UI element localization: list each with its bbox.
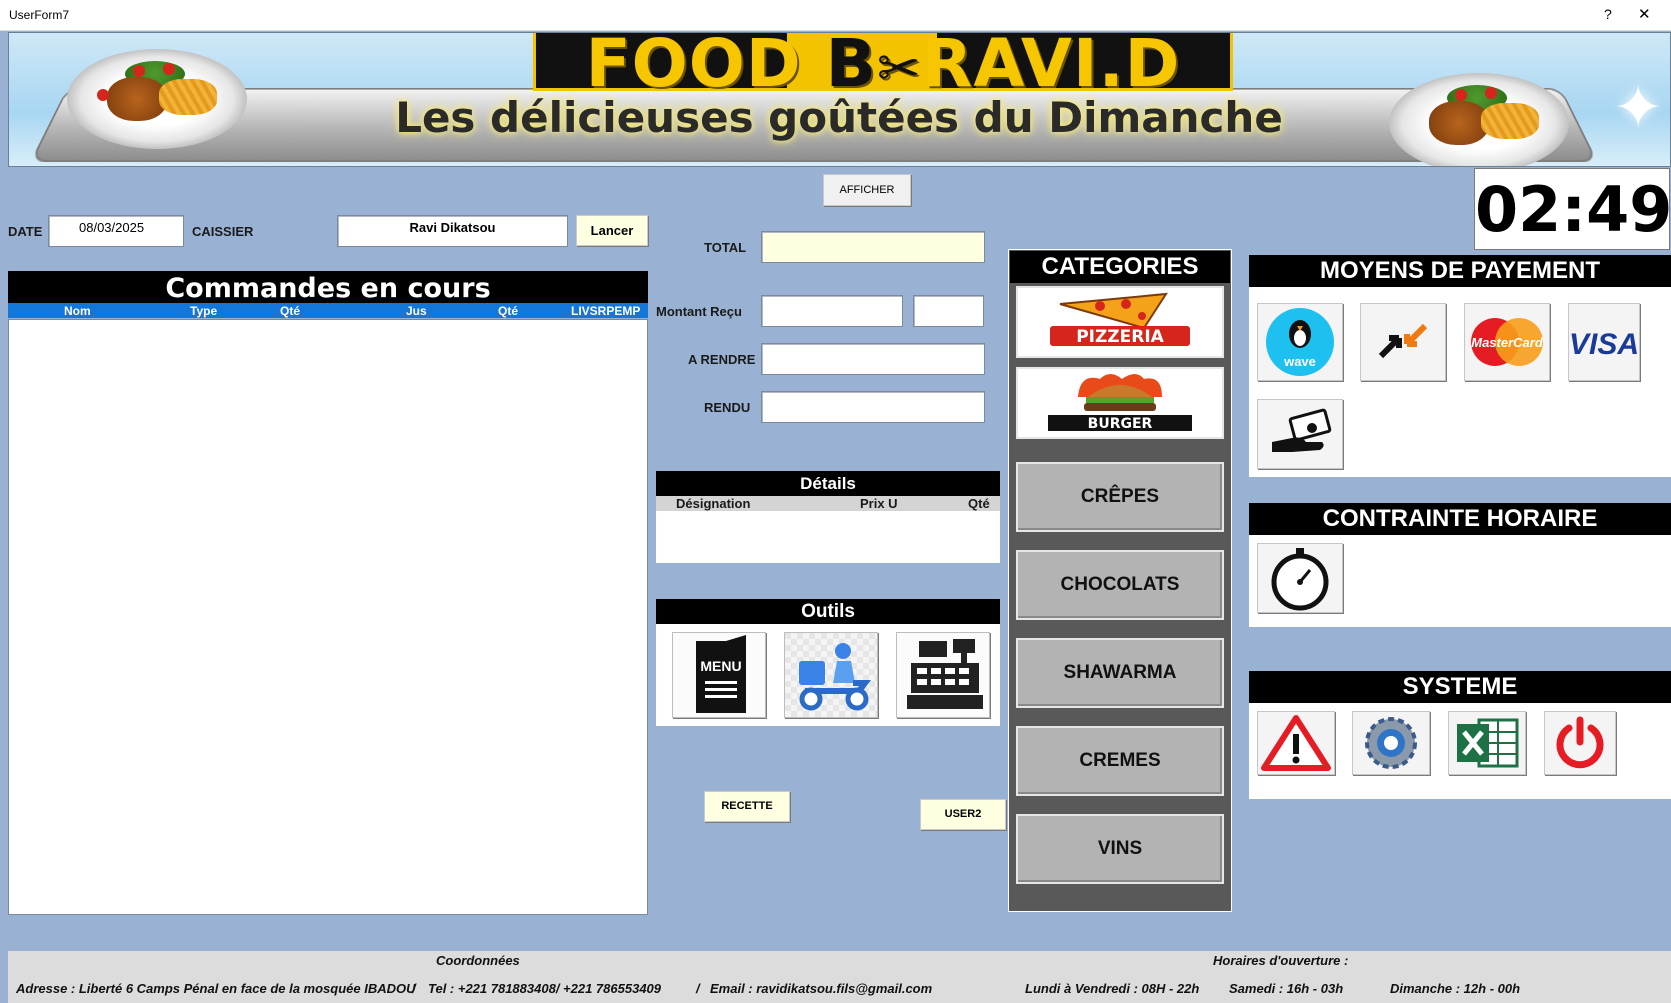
help-button[interactable]: ? bbox=[1604, 6, 1612, 22]
orange-money-icon[interactable] bbox=[1360, 303, 1446, 381]
cash-register-icon[interactable] bbox=[896, 632, 990, 718]
wave-icon[interactable]: wave bbox=[1257, 303, 1343, 381]
commandes-list[interactable] bbox=[8, 319, 648, 915]
delivery-scooter-icon[interactable] bbox=[784, 632, 878, 718]
settings-gear-icon[interactable] bbox=[1352, 711, 1430, 775]
date-field[interactable]: 08/03/2025 bbox=[48, 215, 184, 247]
details-list[interactable] bbox=[656, 511, 1000, 563]
sparkle-icon: ✦ bbox=[1613, 74, 1664, 141]
user-form: FOOD B✂RAVI.D Les délicieuses goûtées du… bbox=[0, 31, 1671, 1003]
close-button[interactable]: ✕ bbox=[1638, 5, 1651, 23]
col-type: Type bbox=[190, 304, 218, 318]
burger-button[interactable]: BURGER bbox=[1016, 367, 1224, 439]
window-title: UserForm7 bbox=[9, 8, 70, 22]
user2-button[interactable]: USER2 bbox=[920, 799, 1006, 830]
horaires-semaine: Lundi à Vendredi : 08H - 22h bbox=[1025, 981, 1200, 996]
a-rendre-field[interactable] bbox=[761, 343, 985, 375]
categories-title: CATEGORIES bbox=[1010, 251, 1230, 283]
horaires-samedi: Samedi : 16h - 03h bbox=[1229, 981, 1344, 996]
wave-text: wave bbox=[1283, 354, 1316, 369]
footer-separator-1: / bbox=[412, 981, 416, 996]
commandes-columns: Nom Type Qté Jus Qté LIVSRPEMP bbox=[8, 303, 648, 318]
pizzeria-button[interactable]: PIZZERIA bbox=[1016, 286, 1224, 358]
brand-left: FOOD bbox=[585, 32, 826, 102]
coordonnees-label: Coordonnées bbox=[436, 953, 520, 968]
footer: Coordonnées Adresse : Liberté 6 Camps Pé… bbox=[8, 951, 1671, 1003]
montant-recu-extra-field[interactable] bbox=[913, 295, 984, 327]
stopwatch-icon[interactable] bbox=[1257, 543, 1343, 613]
warning-icon[interactable] bbox=[1257, 711, 1335, 775]
food-plate-right-icon bbox=[1389, 73, 1569, 166]
category-vins-button[interactable]: VINS bbox=[1016, 814, 1224, 884]
outils-title: Outils bbox=[656, 599, 1000, 624]
montant-recu-label: Montant Reçu bbox=[656, 304, 742, 319]
horaires-label: Horaires d'ouverture : bbox=[1213, 953, 1349, 968]
total-label: TOTAL bbox=[704, 240, 747, 255]
category-shawarma-button[interactable]: SHAWARMA bbox=[1016, 638, 1224, 708]
burger-text: BURGER bbox=[1088, 416, 1153, 432]
montant-recu-field[interactable] bbox=[761, 295, 903, 327]
details-title: Détails bbox=[656, 471, 1000, 496]
footer-adresse: Adresse : Liberté 6 Camps Pénal en face … bbox=[16, 981, 416, 996]
commandes-title: Commandes en cours bbox=[8, 271, 648, 305]
horaires-dimanche: Dimanche : 12h - 00h bbox=[1390, 981, 1521, 996]
date-label: DATE bbox=[8, 224, 43, 239]
pizzeria-text: PIZZERIA bbox=[1076, 327, 1164, 347]
category-crepes-button[interactable]: CRÊPES bbox=[1016, 462, 1224, 532]
mastercard-icon[interactable]: MasterCard bbox=[1464, 303, 1550, 381]
power-icon[interactable] bbox=[1544, 711, 1616, 775]
col-designation: Désignation bbox=[676, 496, 751, 511]
clock-display: 02:49 bbox=[1474, 168, 1671, 250]
col-qte-jus: Qté bbox=[498, 304, 519, 318]
col-qte-details: Qté bbox=[968, 496, 990, 511]
mastercard-text: MasterCard bbox=[1471, 335, 1544, 350]
col-qte: Qté bbox=[280, 304, 301, 318]
caissier-field[interactable]: Ravi Dikatsou bbox=[337, 215, 568, 247]
window-titlebar: UserForm7 ? ✕ bbox=[0, 0, 1671, 31]
details-columns: Désignation Prix U Qté bbox=[656, 496, 1000, 511]
menu-icon[interactable]: MENU bbox=[672, 632, 766, 718]
slogan: Les délicieuses goûtées du Dimanche bbox=[395, 93, 1283, 142]
total-field[interactable] bbox=[761, 231, 985, 263]
brand-logo: FOOD B✂RAVI.D bbox=[533, 32, 1233, 102]
caissier-label: CAISSIER bbox=[192, 224, 254, 239]
excel-icon[interactable] bbox=[1448, 711, 1526, 775]
recette-button[interactable]: RECETTE bbox=[704, 791, 790, 822]
systeme-title: SYSTEME bbox=[1249, 671, 1671, 703]
banner: FOOD B✂RAVI.D Les délicieuses goûtées du… bbox=[8, 32, 1671, 167]
rendu-label: RENDU bbox=[704, 400, 751, 415]
visa-text: VISA bbox=[1569, 328, 1639, 361]
food-plate-left-icon bbox=[67, 49, 247, 149]
footer-separator-2: / bbox=[696, 981, 700, 996]
category-chocolats-button[interactable]: CHOCOLATS bbox=[1016, 550, 1224, 620]
lancer-button[interactable]: Lancer bbox=[576, 215, 648, 246]
contrainte-title: CONTRAINTE HORAIRE bbox=[1249, 503, 1671, 535]
col-prix-u: Prix U bbox=[860, 496, 898, 511]
footer-tel: Tel : +221 781883408/ +221 786553409 bbox=[428, 981, 662, 996]
brand-mid-letter: B bbox=[825, 32, 877, 102]
menu-icon-text: MENU bbox=[700, 658, 741, 674]
col-nom: Nom bbox=[64, 304, 91, 318]
col-jus: Jus bbox=[406, 304, 427, 318]
visa-icon[interactable]: VISA bbox=[1568, 303, 1640, 381]
brand-right: RAVI.D bbox=[921, 32, 1181, 102]
payment-title: MOYENS DE PAYEMENT bbox=[1249, 255, 1671, 287]
footer-email: Email : ravidikatsou.fils@gmail.com bbox=[710, 981, 933, 996]
a-rendre-label: A RENDRE bbox=[688, 352, 756, 367]
rendu-field[interactable] bbox=[761, 391, 985, 423]
afficher-button[interactable]: AFFICHER bbox=[823, 174, 911, 206]
cash-hand-icon[interactable] bbox=[1257, 399, 1343, 469]
category-cremes-button[interactable]: CREMES bbox=[1016, 726, 1224, 796]
col-livsrpemp: LIVSRPEMP bbox=[571, 304, 641, 318]
utensils-icon: ✂ bbox=[876, 39, 922, 99]
